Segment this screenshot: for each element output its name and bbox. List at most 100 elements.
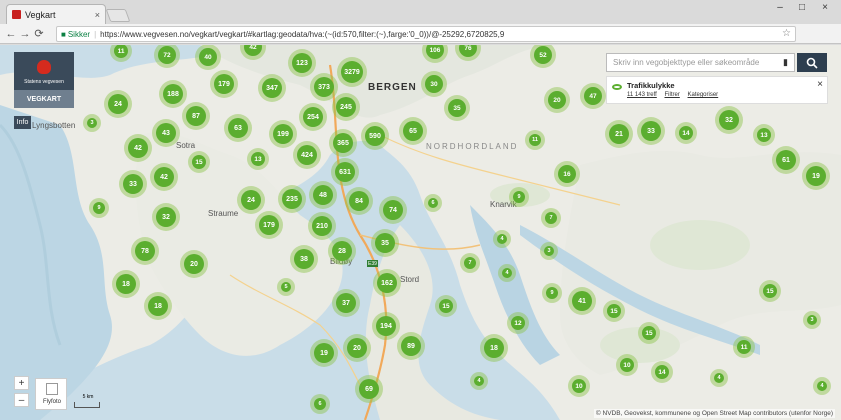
cluster-marker[interactable]: 33 xyxy=(641,121,661,141)
bookmark-star-icon[interactable]: ☆ xyxy=(782,28,791,39)
cluster-marker[interactable]: 4 xyxy=(817,381,827,391)
cluster-marker[interactable]: 19 xyxy=(314,343,334,363)
cluster-marker[interactable]: 18 xyxy=(148,296,168,316)
cluster-marker[interactable]: 65 xyxy=(403,121,423,141)
reload-icon[interactable]: ⟳ xyxy=(32,27,46,40)
cluster-marker[interactable]: 42 xyxy=(154,167,174,187)
cluster-marker[interactable]: 63 xyxy=(228,118,248,138)
browser-tab[interactable]: Vegkart × xyxy=(6,4,106,24)
cluster-marker[interactable]: 199 xyxy=(273,124,293,144)
cluster-marker[interactable]: 13 xyxy=(251,152,265,166)
cluster-marker[interactable]: 69 xyxy=(359,379,379,399)
cluster-marker[interactable]: 20 xyxy=(548,91,566,109)
back-icon[interactable]: ← xyxy=(4,28,18,40)
cluster-marker[interactable]: 11 xyxy=(529,134,541,146)
cluster-marker[interactable]: 5 xyxy=(281,282,291,292)
cluster-marker[interactable]: 15 xyxy=(192,155,206,169)
cluster-marker[interactable]: 14 xyxy=(679,126,693,140)
cluster-marker[interactable]: 18 xyxy=(116,274,136,294)
cluster-marker[interactable]: 15 xyxy=(439,299,453,313)
cluster-marker[interactable]: 40 xyxy=(199,48,217,66)
cluster-marker[interactable]: 424 xyxy=(297,145,317,165)
cluster-marker[interactable]: 11 xyxy=(737,340,751,354)
info-button[interactable]: Info xyxy=(14,116,31,129)
cluster-marker[interactable]: 12 xyxy=(511,316,525,330)
cluster-marker[interactable]: 47 xyxy=(584,87,602,105)
cluster-marker[interactable]: 89 xyxy=(401,336,421,356)
cluster-marker[interactable]: 194 xyxy=(376,316,396,336)
cluster-marker[interactable]: 52 xyxy=(534,46,552,64)
cluster-marker[interactable]: 235 xyxy=(282,189,302,209)
cluster-marker[interactable]: 7 xyxy=(545,212,557,224)
cluster-marker[interactable]: 179 xyxy=(259,215,279,235)
categorize-link[interactable]: Kategoriser xyxy=(688,92,719,98)
cluster-marker[interactable]: 43 xyxy=(156,123,176,143)
cluster-marker[interactable]: 35 xyxy=(375,233,395,253)
cluster-marker[interactable]: 14 xyxy=(655,365,669,379)
close-window-button[interactable]: × xyxy=(818,2,832,13)
cluster-marker[interactable]: 24 xyxy=(241,190,261,210)
cluster-marker[interactable]: 78 xyxy=(135,241,155,261)
cluster-marker[interactable]: 4 xyxy=(474,376,484,386)
cluster-marker[interactable]: 3 xyxy=(807,315,817,325)
zoom-in-button[interactable]: + xyxy=(14,376,29,390)
search-input[interactable]: Skriv inn vegobjekttype eller søkeområde… xyxy=(606,53,795,72)
url-input[interactable]: ■ Sikker | https://www.vegvesen.no/vegka… xyxy=(56,26,796,42)
cluster-marker[interactable]: 4 xyxy=(502,268,512,278)
cluster-marker[interactable]: 210 xyxy=(312,216,332,236)
cluster-marker[interactable]: 4 xyxy=(714,373,724,383)
cluster-marker[interactable]: 3 xyxy=(87,118,97,128)
cluster-marker[interactable]: 48 xyxy=(313,185,333,205)
tab-close-icon[interactable]: × xyxy=(95,10,100,20)
new-tab-button[interactable] xyxy=(105,9,131,22)
hit-count-link[interactable]: 11 143 treff xyxy=(627,92,657,98)
cluster-marker[interactable]: 72 xyxy=(158,46,176,64)
cluster-marker[interactable]: 179 xyxy=(214,74,234,94)
cluster-marker[interactable]: 61 xyxy=(776,150,796,170)
cluster-marker[interactable]: 9 xyxy=(513,191,525,203)
cluster-marker[interactable]: 32 xyxy=(156,207,176,227)
cluster-marker[interactable]: 87 xyxy=(186,106,206,126)
cluster-marker[interactable]: 10 xyxy=(572,379,586,393)
cluster-marker[interactable]: 18 xyxy=(484,338,504,358)
cluster-marker[interactable]: 32 xyxy=(719,110,739,130)
cluster-marker[interactable]: 30 xyxy=(425,75,443,93)
cluster-marker[interactable]: 254 xyxy=(303,107,323,127)
cluster-marker[interactable]: 6 xyxy=(428,198,438,208)
cluster-marker[interactable]: 10 xyxy=(620,358,634,372)
cluster-marker[interactable]: 245 xyxy=(336,97,356,117)
cluster-marker[interactable]: 21 xyxy=(609,124,629,144)
cluster-marker[interactable]: 15 xyxy=(642,326,656,340)
cluster-marker[interactable]: 15 xyxy=(607,304,621,318)
cluster-marker[interactable]: 84 xyxy=(349,191,369,211)
cluster-marker[interactable]: 15 xyxy=(763,284,777,298)
cluster-marker[interactable]: 20 xyxy=(347,338,367,358)
forward-icon[interactable]: → xyxy=(18,28,32,40)
cluster-marker[interactable]: 188 xyxy=(163,84,183,104)
cluster-marker[interactable]: 9 xyxy=(546,287,558,299)
cluster-marker[interactable]: 35 xyxy=(448,99,466,117)
cluster-marker[interactable]: 3 xyxy=(544,246,554,256)
cluster-marker[interactable]: 4 xyxy=(497,234,507,244)
cluster-marker[interactable]: 24 xyxy=(108,94,128,114)
cluster-marker[interactable]: 347 xyxy=(262,78,282,98)
cluster-marker[interactable]: 3279 xyxy=(341,61,363,83)
cluster-marker[interactable]: 373 xyxy=(314,77,334,97)
cluster-marker[interactable]: 38 xyxy=(294,249,314,269)
cluster-marker[interactable]: 13 xyxy=(757,128,771,142)
cluster-marker[interactable]: 16 xyxy=(558,165,576,183)
cluster-marker[interactable]: 631 xyxy=(335,162,355,182)
cluster-marker[interactable]: 6 xyxy=(314,398,326,410)
close-panel-icon[interactable]: × xyxy=(817,79,823,90)
book-icon[interactable]: ▮ xyxy=(783,57,788,68)
cluster-marker[interactable]: 365 xyxy=(333,133,353,153)
app-name[interactable]: VEGKART xyxy=(14,90,74,108)
search-button[interactable] xyxy=(797,53,827,72)
cluster-marker[interactable]: 42 xyxy=(128,138,148,158)
maximize-button[interactable]: □ xyxy=(795,2,809,13)
cluster-marker[interactable]: 33 xyxy=(123,174,143,194)
flyfoto-toggle[interactable]: Flyfoto xyxy=(35,378,67,410)
minimize-button[interactable]: – xyxy=(773,2,787,13)
cluster-marker[interactable]: 19 xyxy=(806,166,826,186)
zoom-out-button[interactable]: – xyxy=(14,393,29,407)
